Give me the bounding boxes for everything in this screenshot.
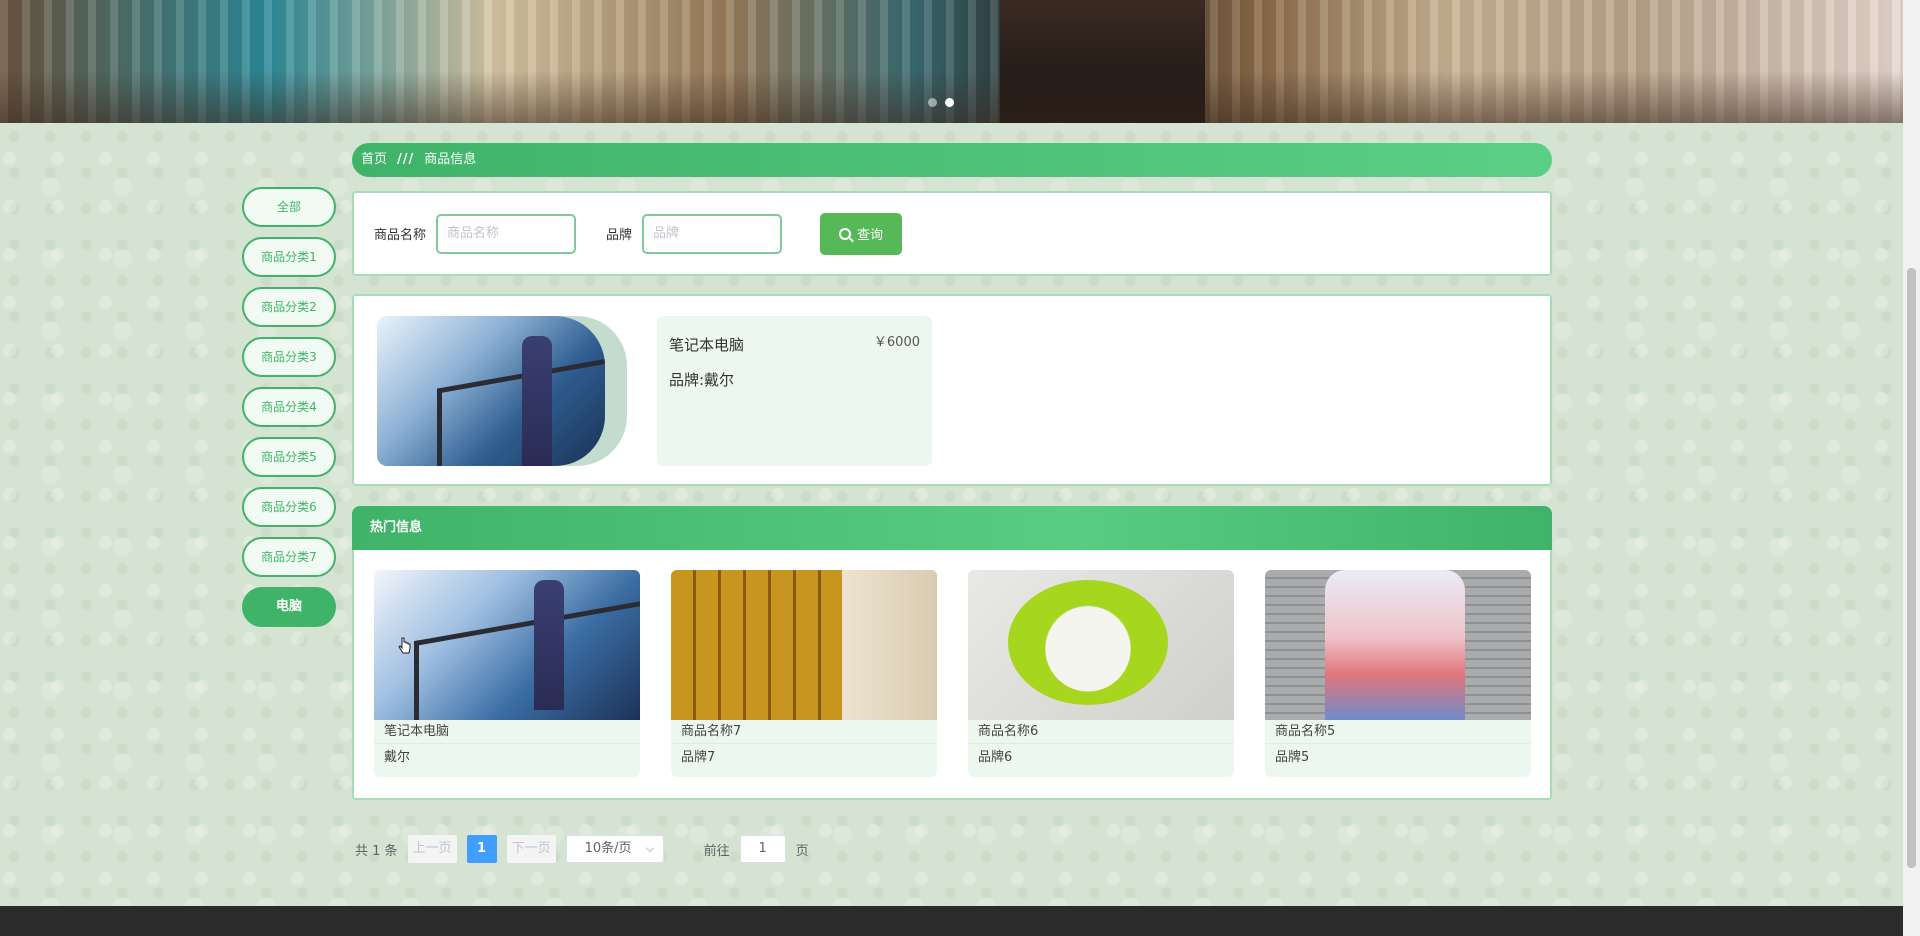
product-card[interactable]: 笔记本电脑 ￥6000 品牌:戴尔 <box>657 316 932 466</box>
product-price: ￥6000 <box>873 335 920 350</box>
next-page-button[interactable]: 下一页 <box>506 835 556 863</box>
hot-item-brand: 品牌7 <box>681 750 716 765</box>
banner-carousel[interactable] <box>0 0 1903 123</box>
product-brand: 品牌:戴尔 <box>669 371 735 389</box>
hot-item-image <box>374 570 640 720</box>
hot-item-image <box>1265 570 1531 720</box>
scrollbar-thumb[interactable] <box>1907 268 1916 868</box>
category-computer[interactable]: 电脑 <box>242 587 336 627</box>
category-1[interactable]: 商品分类1 <box>242 237 336 277</box>
carousel-dot[interactable] <box>928 98 937 107</box>
breadcrumb: 首页 /// 商品信息 <box>352 143 1552 177</box>
name-search-input[interactable] <box>436 213 577 254</box>
hot-item-brand: 戴尔 <box>384 750 411 765</box>
goto-label: 前往 <box>703 843 730 859</box>
hot-item[interactable]: 商品名称6 品牌6 <box>968 570 1234 777</box>
brand-search-input[interactable] <box>642 213 783 254</box>
category-2[interactable]: 商品分类2 <box>242 287 336 327</box>
carousel-dot-active[interactable] <box>945 98 954 107</box>
search-button[interactable]: 查询 <box>820 212 903 255</box>
breadcrumb-current: 商品信息 <box>424 152 477 167</box>
hot-section-title: 热门信息 <box>352 506 1552 550</box>
vertical-scrollbar[interactable] <box>1903 0 1920 936</box>
category-5[interactable]: 商品分类5 <box>242 437 336 477</box>
hot-item-title: 笔记本电脑 <box>374 720 640 744</box>
search-icon <box>839 227 852 240</box>
name-label: 商品名称 <box>374 228 427 243</box>
hot-item-brand: 品牌5 <box>1275 750 1310 765</box>
hot-item-title: 商品名称7 <box>671 720 937 744</box>
category-7[interactable]: 商品分类7 <box>242 537 336 577</box>
product-list: 笔记本电脑 ￥6000 品牌:戴尔 <box>352 294 1552 486</box>
product-image[interactable] <box>377 316 627 466</box>
pagination-total: 共 1 条 <box>355 843 398 859</box>
breadcrumb-home[interactable]: 首页 <box>361 143 387 177</box>
hot-item-title: 商品名称5 <box>1265 720 1531 744</box>
pagination: 共 1 条 上一页 1 下一页 10条/页 前往 1 页 <box>355 835 809 863</box>
hot-item-brand: 品牌6 <box>978 750 1013 765</box>
hot-item-title: 商品名称6 <box>968 720 1234 744</box>
category-3[interactable]: 商品分类3 <box>242 337 336 377</box>
search-button-label: 查询 <box>857 227 884 242</box>
hand-cursor-icon <box>398 637 411 654</box>
brand-label: 品牌 <box>606 228 633 243</box>
category-sidebar: 全部 商品分类1 商品分类2 商品分类3 商品分类4 商品分类5 商品分类6 商… <box>242 187 336 637</box>
page-size-select[interactable]: 10条/页 <box>565 835 664 863</box>
hot-item[interactable]: 商品名称5 品牌5 <box>1265 570 1531 777</box>
page-unit-label: 页 <box>795 843 809 859</box>
hot-item-image <box>968 570 1234 720</box>
carousel-indicators <box>928 98 954 107</box>
breadcrumb-separator: /// <box>397 152 415 167</box>
category-6[interactable]: 商品分类6 <box>242 487 336 527</box>
hot-list: 笔记本电脑 戴尔 商品名称7 品牌7 商品名称6 品牌6 商品名称5 品牌5 <box>352 550 1552 800</box>
hot-item-image <box>671 570 937 720</box>
search-panel: 商品名称 品牌 查询 <box>352 191 1552 276</box>
category-all[interactable]: 全部 <box>242 187 336 227</box>
hot-item[interactable]: 笔记本电脑 戴尔 <box>374 570 640 777</box>
goto-page-input[interactable]: 1 <box>739 835 786 863</box>
prev-page-button[interactable]: 上一页 <box>407 835 457 863</box>
category-4[interactable]: 商品分类4 <box>242 387 336 427</box>
main-content: 首页 /// 商品信息 商品名称 品牌 查询 笔记本电脑 ￥6000 品牌:戴尔… <box>352 143 1552 800</box>
page-number-current[interactable]: 1 <box>466 835 497 863</box>
page-footer <box>0 906 1903 936</box>
hot-item[interactable]: 商品名称7 品牌7 <box>671 570 937 777</box>
